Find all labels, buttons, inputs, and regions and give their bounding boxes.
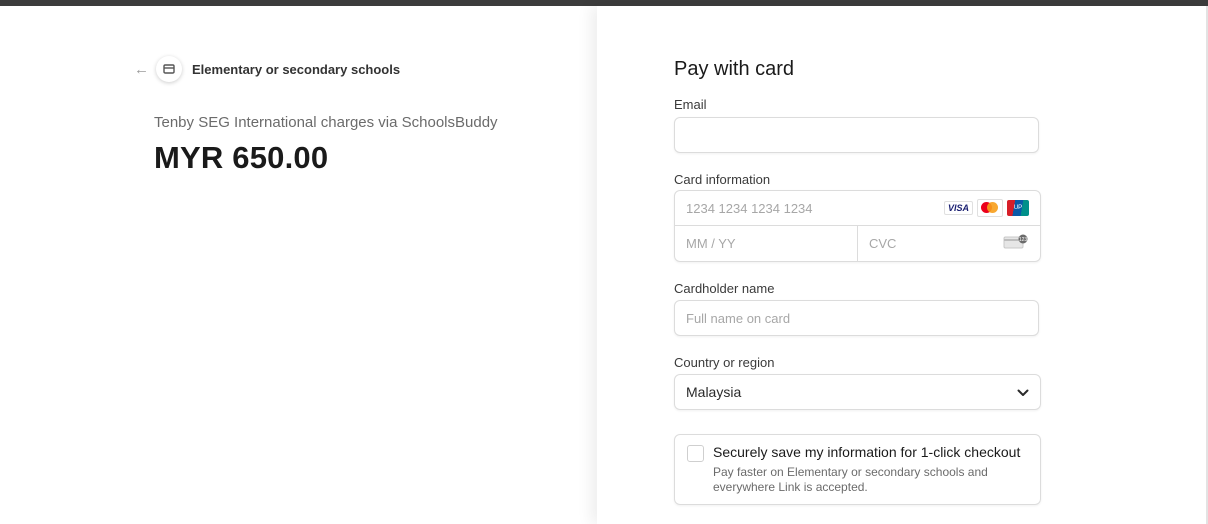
card-info-group: 1234 1234 1234 1234 VISA UP MM / YY CVC … <box>674 190 1041 262</box>
charge-amount: MYR 650.00 <box>154 140 329 175</box>
country-selected-value: Malaysia <box>686 384 742 400</box>
cvc-card-icon: 123 <box>1003 234 1029 253</box>
cvc-placeholder: CVC <box>869 236 897 251</box>
email-label: Email <box>674 97 707 112</box>
save-info-description: Pay faster on Elementary or secondary sc… <box>713 465 988 494</box>
link-save-box[interactable]: Securely save my information for 1-click… <box>674 434 1041 505</box>
merchant-name: Elementary or secondary schools <box>192 61 401 77</box>
cardholder-placeholder: Full name on card <box>686 310 791 326</box>
email-field[interactable] <box>674 117 1039 153</box>
cvc-field[interactable]: CVC 123 <box>858 226 1040 261</box>
visa-icon: VISA <box>943 201 973 215</box>
svg-text:123: 123 <box>1019 237 1028 243</box>
expiry-field[interactable]: MM / YY <box>675 226 858 261</box>
card-brands: VISA UP <box>943 199 1029 217</box>
charge-description: Tenby SEG International charges via Scho… <box>154 114 498 131</box>
card-number-placeholder: 1234 1234 1234 1234 <box>686 200 813 216</box>
card-expiry-cvc-row: MM / YY CVC 123 <box>675 226 1040 261</box>
country-label: Country or region <box>674 355 775 370</box>
card-number-field[interactable]: 1234 1234 1234 1234 VISA UP <box>675 191 1040 226</box>
save-info-checkbox[interactable] <box>687 445 704 462</box>
expiry-placeholder: MM / YY <box>686 236 736 251</box>
mastercard-icon <box>977 199 1003 217</box>
country-select[interactable]: Malaysia <box>674 374 1041 410</box>
merchant-header[interactable]: ← Elementary or secondary schools <box>134 56 400 82</box>
store-icon <box>156 56 182 82</box>
arrow-left-icon[interactable]: ← <box>134 62 149 77</box>
save-info-title: Securely save my information for 1-click… <box>713 444 1021 460</box>
unionpay-icon: UP <box>1007 200 1029 216</box>
form-title: Pay with card <box>674 58 795 80</box>
cardholder-label: Cardholder name <box>674 281 775 296</box>
card-info-label: Card information <box>674 172 771 187</box>
cardholder-name-field[interactable]: Full name on card <box>674 300 1039 336</box>
chevron-down-icon <box>1017 384 1029 400</box>
